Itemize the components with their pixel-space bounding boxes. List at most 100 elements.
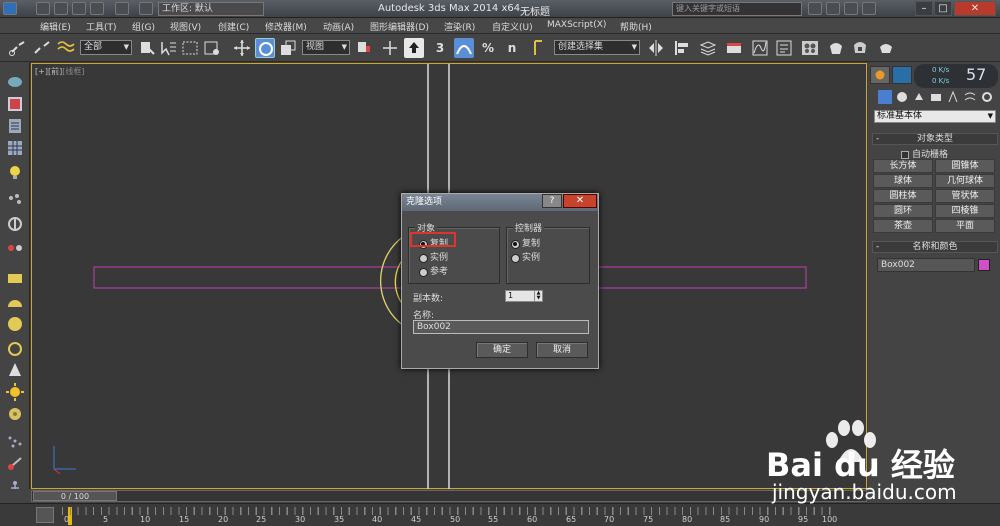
save-icon[interactable] [72,2,86,15]
light-bulb-icon[interactable] [5,162,25,182]
box-button[interactable]: 长方体 [873,159,933,173]
minimize-button[interactable]: – [915,1,933,16]
modify-tab-icon[interactable] [892,66,912,84]
shapes-icon[interactable] [895,90,909,104]
object-color-swatch[interactable] [978,259,990,271]
sphere-icon[interactable] [5,314,25,334]
edit-named-selection-icon[interactable] [530,38,550,58]
select-by-name-icon[interactable] [158,38,178,58]
menu-views[interactable]: 视图(V) [170,20,201,33]
rect-selection-region-icon[interactable] [180,38,200,58]
time-slider[interactable]: 0 / 100 [31,490,867,502]
mini-curve-editor-icon[interactable] [36,507,54,523]
name-color-rollout[interactable]: - 名称和颜色 [872,241,998,253]
hemisphere-icon[interactable] [5,292,25,312]
geometry-icon[interactable] [878,90,892,104]
layer-manager-icon[interactable] [698,38,718,58]
select-manipulate-icon[interactable] [380,38,400,58]
dialog-close-button[interactable]: ✕ [563,194,597,208]
object-instance-radio[interactable]: 实例 [419,253,448,263]
plane-button[interactable]: 平面 [935,219,995,233]
lights-icon[interactable] [912,90,926,104]
link-icon[interactable] [8,38,28,58]
create-tab-icon[interactable] [870,66,890,84]
menu-create[interactable]: 创建(C) [218,20,249,33]
workspace-dropdown[interactable]: 工作区: 默认 [158,2,264,16]
menu-customize[interactable]: 自定义(U) [492,20,533,33]
cylinder-button[interactable]: 圆柱体 [873,189,933,203]
select-object-icon[interactable] [136,38,156,58]
cameras-icon[interactable] [929,90,943,104]
binoculars-icon[interactable] [808,2,822,15]
pivot-center-icon[interactable] [354,38,374,58]
keyboard-shortcut-override-icon[interactable] [404,38,424,58]
menu-rendering[interactable]: 渲染(R) [444,20,475,33]
copies-spinner[interactable]: 1 ▲ ▼ [505,290,543,302]
pyramid-button[interactable]: 四棱锥 [935,204,995,218]
clone-name-input[interactable]: Box002 [413,320,589,334]
spinner-snap-icon[interactable]: n [502,38,522,58]
snaps-toggle-icon[interactable]: 3 [430,38,450,58]
menu-animation[interactable]: 动画(A) [323,20,354,33]
grid-icon[interactable] [5,138,25,158]
search-input[interactable]: 键入关键字或短语 [672,2,802,16]
help-icon[interactable] [862,2,876,15]
app-logo-icon[interactable] [3,2,17,15]
rendered-frame-icon[interactable] [850,38,870,58]
curve-editor-icon[interactable] [750,38,770,58]
category-dropdown[interactable]: 标准基本体 ▼ [874,110,996,123]
named-selection-dropdown[interactable]: 创建选择集 ▼ [554,40,640,55]
systems-icon[interactable] [980,90,994,104]
render-production-icon[interactable] [876,38,896,58]
menu-maxscript[interactable]: MAXScript(X) [547,20,606,30]
align-icon[interactable] [672,38,692,58]
select-rotate-icon[interactable] [255,38,275,58]
new-file-icon[interactable] [36,2,50,15]
scatter-icon[interactable] [5,432,25,452]
space-warps-icon[interactable] [963,90,977,104]
cone-button[interactable]: 圆锥体 [935,159,995,173]
communication-icon[interactable] [826,2,840,15]
render-window-icon[interactable] [5,94,25,114]
torus-icon[interactable] [5,404,25,424]
menu-edit[interactable]: 编辑(E) [40,20,71,33]
controller-instance-radio[interactable]: 实例 [511,253,540,263]
sun-icon[interactable] [5,382,25,402]
particle-icon[interactable] [5,190,25,210]
tube-button[interactable]: 管状体 [935,189,995,203]
cone-icon[interactable] [5,360,25,380]
helpers-icon[interactable] [946,90,960,104]
menu-help[interactable]: 帮助(H) [620,20,652,33]
mirror-icon[interactable] [646,38,666,58]
teapot-icon[interactable] [5,70,25,90]
bone-icon[interactable] [5,454,25,474]
menu-group[interactable]: 组(G) [132,20,155,33]
object-name-input[interactable]: Box002 [877,258,975,272]
menu-graph-editors[interactable]: 图形编辑器(D) [370,20,429,33]
percent-snap-icon[interactable]: % [478,38,498,58]
window-crossing-icon[interactable] [202,38,222,58]
bind-space-warp-icon[interactable] [56,38,76,58]
menu-modifiers[interactable]: 修改器(M) [265,20,307,33]
box-primitive-icon[interactable] [5,268,25,288]
autogrid-box[interactable] [901,150,909,159]
controller-copy-radio[interactable]: 复制 [511,239,540,249]
unlink-icon[interactable] [32,38,52,58]
select-scale-icon[interactable] [278,38,298,58]
project-folder-icon[interactable] [139,2,153,15]
redo-icon[interactable] [115,2,129,15]
teapot-button[interactable]: 茶壶 [873,219,933,233]
schematic-view-icon[interactable] [774,38,794,58]
sphere-button[interactable]: 球体 [873,174,933,188]
undo-icon[interactable] [90,2,104,15]
selection-filter-dropdown[interactable]: 全部 ▼ [80,40,132,55]
ref-coord-dropdown[interactable]: 视图 ▼ [302,40,350,55]
maximize-button[interactable]: □ [934,1,952,16]
close-window-button[interactable]: ✕ [954,1,996,16]
menu-tools[interactable]: 工具(T) [86,20,117,33]
angle-snap-icon[interactable] [454,38,474,58]
helper-icon[interactable] [5,238,25,258]
render-setup-icon[interactable] [826,38,846,58]
cancel-button[interactable]: 取消 [536,342,588,358]
torus-button[interactable]: 圆环 [873,204,933,218]
